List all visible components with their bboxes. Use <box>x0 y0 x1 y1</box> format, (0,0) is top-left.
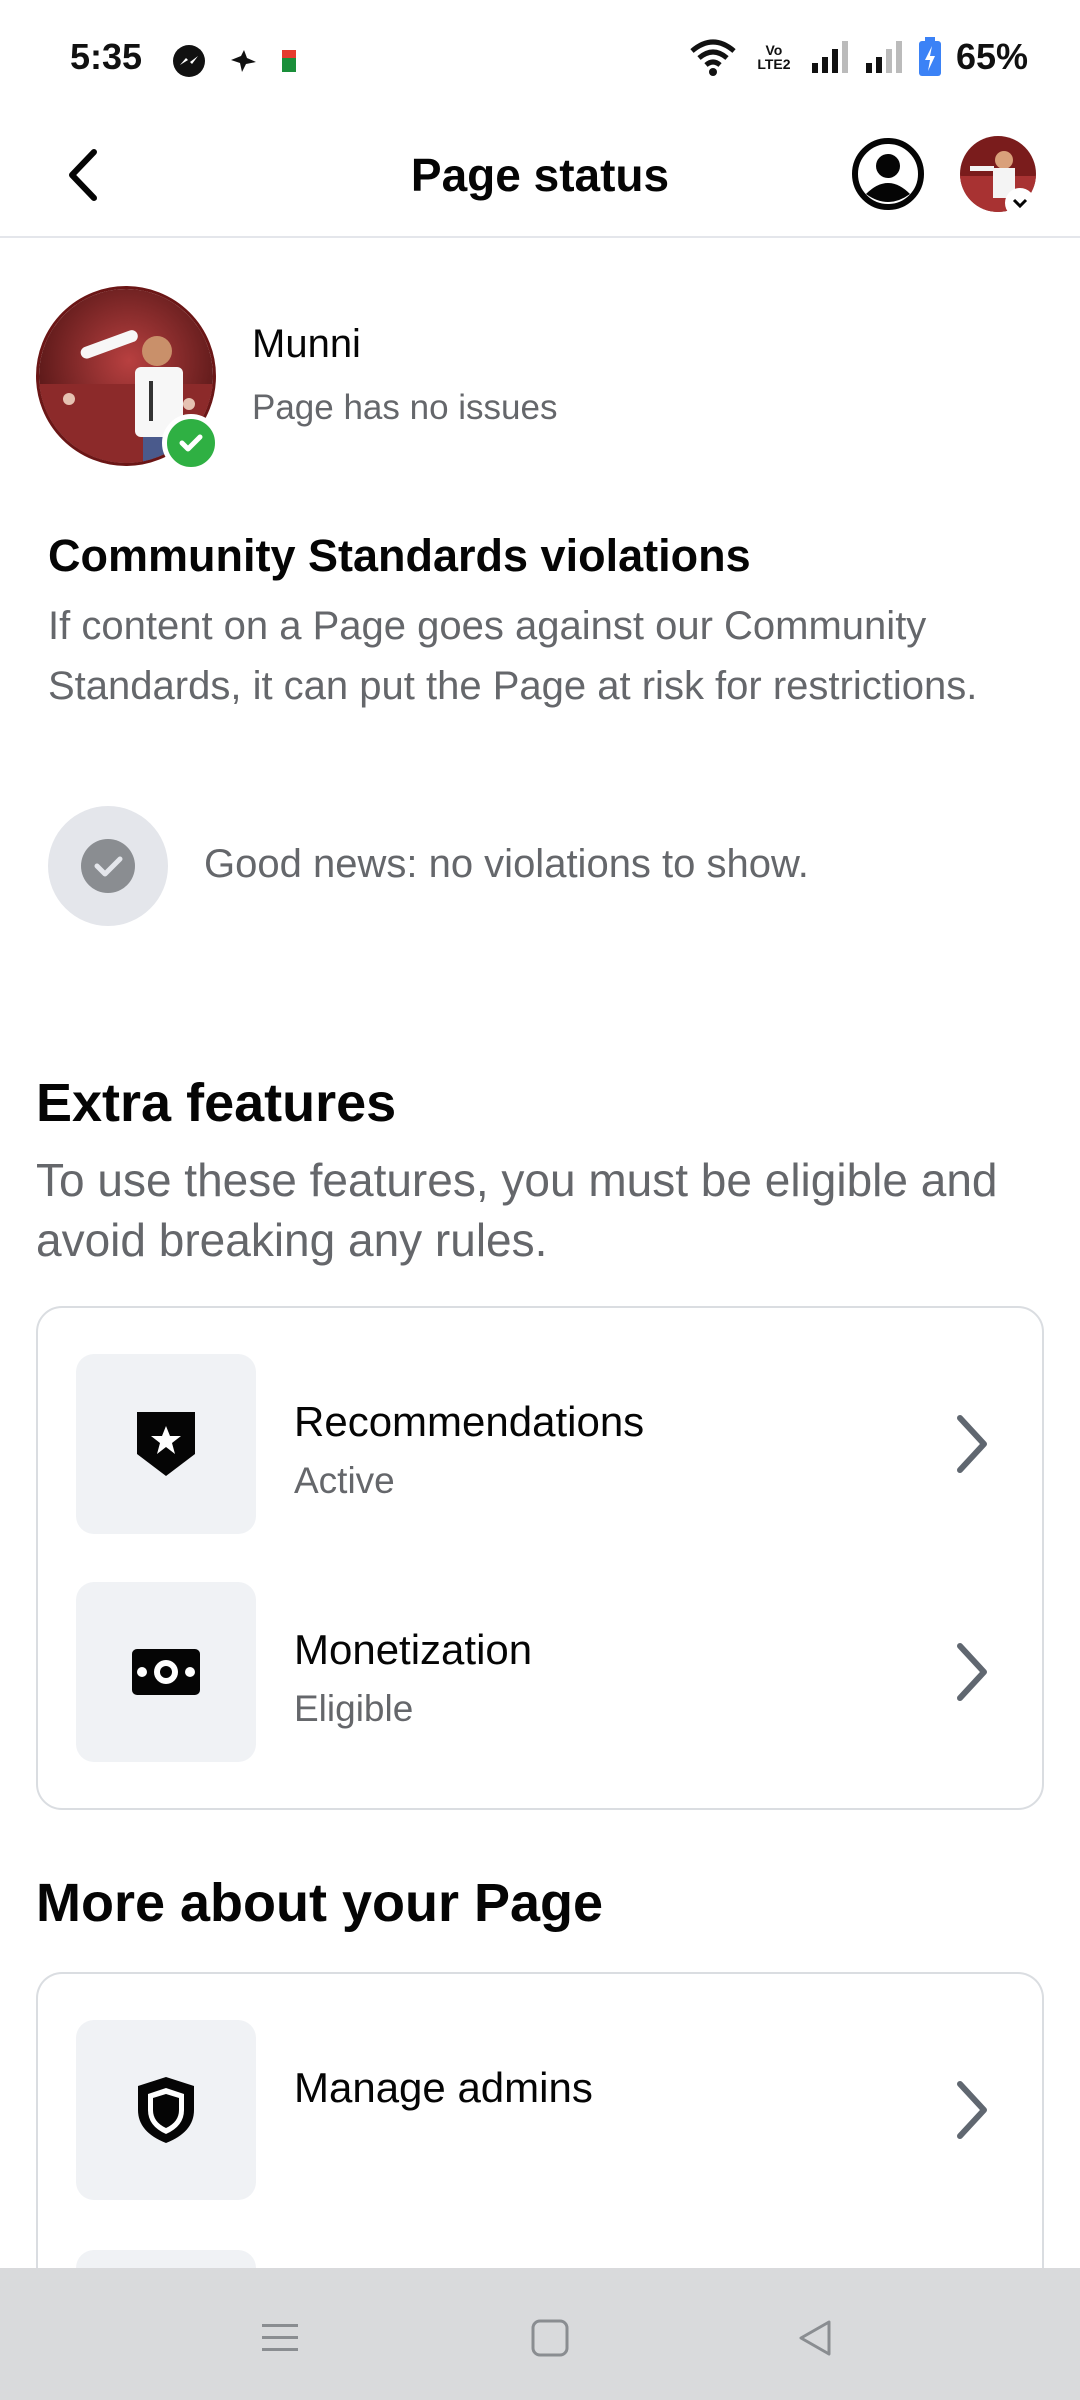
chevron-right-icon <box>957 1643 987 1701</box>
status-time: 5:35 <box>70 36 143 77</box>
money-icon <box>76 1582 256 1762</box>
chevron-right-icon <box>957 1415 987 1473</box>
shield-icon <box>76 2020 256 2200</box>
monetization-label: Monetization <box>294 1626 533 1673</box>
user-circle-icon <box>852 138 924 210</box>
manage-admins-row[interactable]: Manage admins <box>38 2020 1042 2200</box>
chevron-down-icon <box>1005 188 1035 218</box>
system-icons: Vo LTE2 65% <box>688 36 1028 78</box>
star-shield-icon <box>76 1354 256 1534</box>
monetization-row[interactable]: Monetization Eligible <box>38 1582 1042 1762</box>
community-standards-description: If content on a Page goes against our Co… <box>48 604 978 708</box>
bird-icon <box>231 50 256 72</box>
home-square-icon <box>531 2319 569 2357</box>
recommendations-row[interactable]: Recommendations Active <box>38 1354 1042 1534</box>
notification-icons <box>172 44 298 78</box>
recommendations-status: Active <box>294 1460 395 1501</box>
verified-check-icon <box>162 414 220 472</box>
home-button[interactable] <box>520 2308 580 2368</box>
status-bar: 5:35 Vo LTE2 65% <box>0 0 1080 120</box>
community-standards-title: Community Standards violations <box>48 530 751 581</box>
recommendations-label: Recommendations <box>294 1398 645 1445</box>
manage-admins-label: Manage admins <box>294 2064 593 2111</box>
volte-label: Vo LTE2 <box>757 42 791 72</box>
signal-2-icon <box>865 41 902 73</box>
app-notification-icon <box>282 50 296 72</box>
system-navigation-bar <box>0 2268 1080 2400</box>
top-app-bar: Page status <box>0 120 1080 238</box>
more-about-card: Manage admins <box>36 1972 1044 2290</box>
back-nav-button[interactable] <box>785 2308 845 2368</box>
signal-1-icon <box>811 41 848 73</box>
triangle-back-icon <box>799 2320 831 2356</box>
battery-percent: 65% <box>955 36 1028 77</box>
battery-icon <box>918 37 941 76</box>
menu-icon <box>262 2324 298 2351</box>
wifi-icon <box>690 39 736 76</box>
profile-button[interactable] <box>850 136 926 212</box>
no-violations-text: Good news: no violations to show. <box>204 842 809 886</box>
extra-features-description: To use these features, you must be eligi… <box>36 1154 998 1266</box>
extra-features-title: Extra features <box>36 1073 397 1133</box>
more-about-title: More about your Page <box>36 1873 604 1933</box>
monetization-status: Eligible <box>294 1688 414 1729</box>
chevron-right-icon <box>957 2081 987 2139</box>
messenger-icon <box>173 45 205 77</box>
page-status-text: Page has no issues <box>252 388 558 427</box>
no-violations-icon <box>48 806 168 926</box>
extra-features-card: Recommendations Active Monetization Elig… <box>36 1306 1044 1810</box>
recent-apps-button[interactable] <box>250 2308 310 2368</box>
page-name: Munni <box>252 322 361 366</box>
